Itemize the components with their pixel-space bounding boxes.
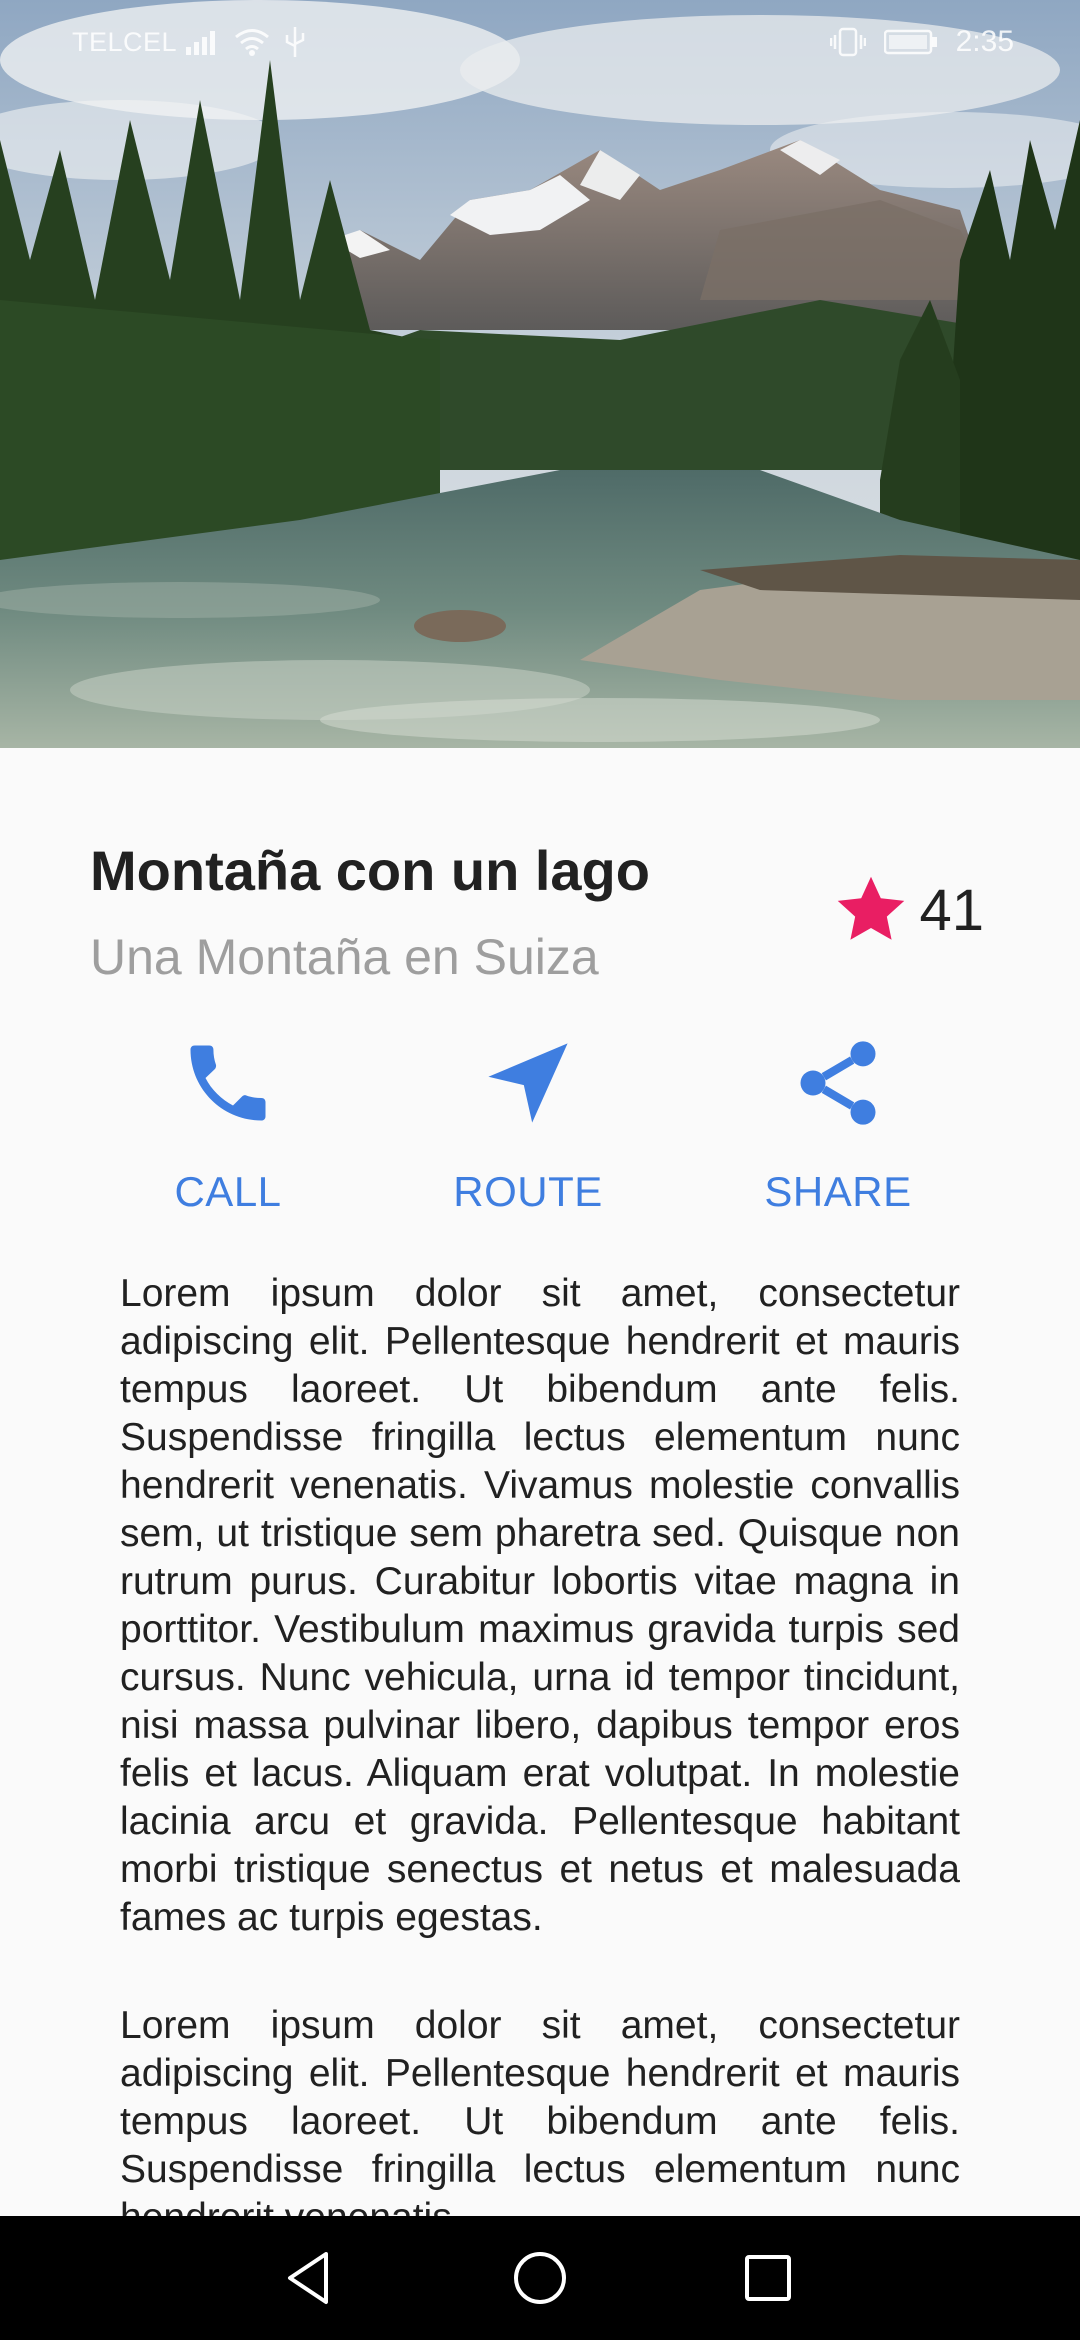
place-subtitle: Una Montaña en Suiza [90,929,599,985]
rating-toggle[interactable]: 41 [831,872,984,948]
description-scroll[interactable]: Lorem ipsum dolor sit amet, consectetur … [120,1270,960,2216]
place-title: Montaña con un lago [90,839,650,902]
rating-count: 41 [919,877,984,943]
share-button[interactable]: SHARE [718,1028,958,1216]
navigation-arrow-icon [473,1028,583,1138]
route-label: ROUTE [453,1168,603,1215]
carrier-name: TELCEL [72,27,178,57]
usb-icon [285,27,305,57]
home-circle-icon [514,2252,566,2304]
call-button[interactable]: CALL [108,1028,348,1216]
phone-icon [173,1028,283,1138]
status-left-icons [186,27,306,57]
share-label: SHARE [764,1168,912,1215]
back-button[interactable] [278,2248,338,2308]
clock: 2:35 [955,25,1014,58]
action-buttons-row: CALL ROUTE SHARE [0,1028,1080,1218]
status-right-icons: 2:35 [829,25,1014,59]
signal-icon [186,31,215,55]
back-triangle-icon [288,2252,328,2304]
vibrate-icon [829,27,866,57]
route-button[interactable]: ROUTE [408,1028,648,1216]
description-paragraph: Lorem ipsum dolor sit amet, consectetur … [120,2004,960,2216]
wifi-icon [235,29,269,56]
star-icon [838,876,905,940]
call-label: CALL [174,1168,282,1215]
hero-image [0,0,1080,748]
recent-apps-button[interactable] [738,2248,798,2308]
home-button[interactable] [510,2248,570,2308]
detail-screen: TELCEL 2:35 Montaña con un lago Una Mont… [0,0,1080,2340]
description-paragraph: Lorem ipsum dolor sit amet, consectetur … [120,1272,960,1939]
battery-icon [883,29,937,55]
recent-apps-square-icon [745,2255,791,2301]
navigation-bar [0,2216,1080,2340]
mountain-lake-landscape [0,0,1080,748]
share-icon [783,1028,893,1138]
status-bar: TELCEL 2:35 [0,0,1080,90]
